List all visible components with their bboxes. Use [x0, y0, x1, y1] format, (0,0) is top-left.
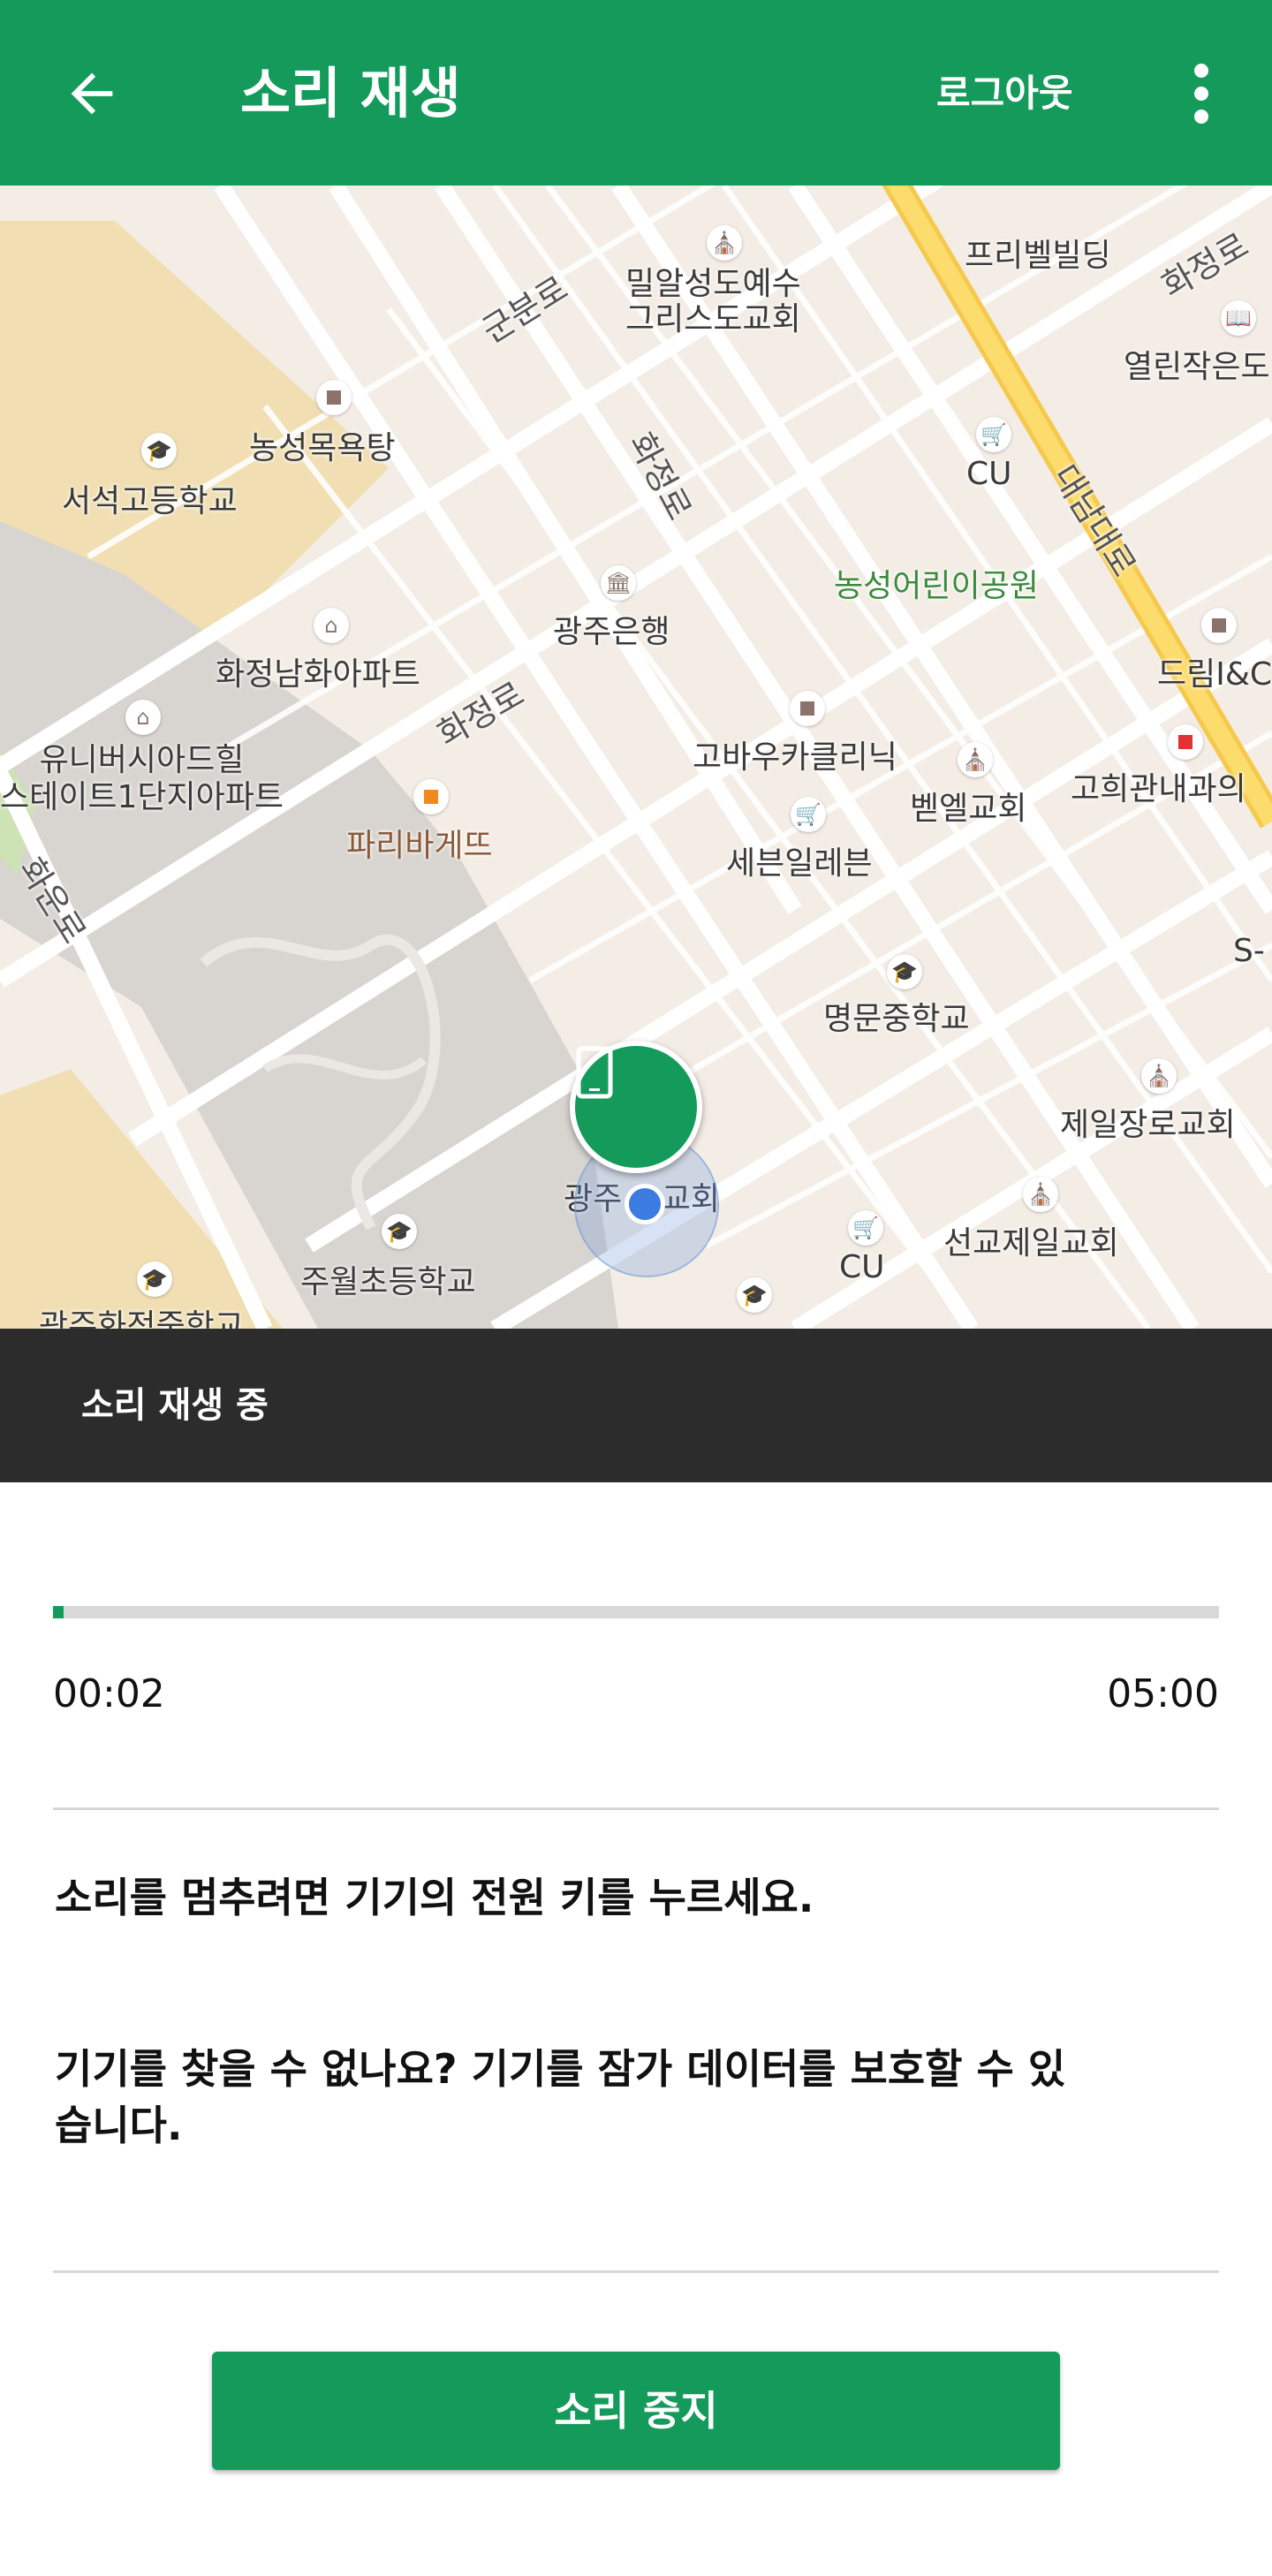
- status-text: 소리 재생 중: [81, 1385, 269, 1426]
- map-label: 선교제일교회: [943, 1225, 1119, 1261]
- map-label: 밀알성도예수 그리스도교회: [625, 266, 801, 337]
- stop-sound-button[interactable]: 소리 중지: [212, 2352, 1060, 2470]
- school-icon: 🎓: [137, 1261, 172, 1297]
- church-icon: ⛪: [1141, 1058, 1177, 1094]
- more-options-button[interactable]: [1166, 53, 1237, 134]
- apartment-icon: ⌂: [125, 700, 161, 735]
- map-label: 고바우카클리닉: [693, 739, 897, 776]
- app-bar: 소리 재생 로그아웃: [0, 0, 1272, 186]
- map-label: CU: [839, 1249, 885, 1285]
- more-vert-icon: [1194, 64, 1208, 124]
- church-icon: ⛪: [1023, 1177, 1058, 1212]
- building-poi-icon: [1201, 608, 1237, 643]
- store-cart-icon: 🛒: [976, 417, 1011, 452]
- current-location-dot: [625, 1184, 665, 1224]
- school-icon: 🎓: [382, 1214, 417, 1249]
- map-label: 고희관내과의: [1071, 771, 1246, 807]
- building-poi-icon: [790, 691, 825, 726]
- church-icon: ⛪: [958, 742, 993, 777]
- store-cart-icon: 🛒: [791, 797, 826, 832]
- map-label: 세븐일레븐: [726, 845, 873, 882]
- arrow-left-icon: [71, 72, 113, 115]
- map-label: 광주은행: [553, 614, 670, 650]
- progress-fill: [53, 1606, 64, 1618]
- total-time: 05:00: [1107, 1671, 1219, 1716]
- building-poi-icon: [316, 380, 352, 415]
- elapsed-time: 00:02: [53, 1671, 165, 1716]
- map-label: 서석고등학교: [62, 483, 238, 519]
- map-view[interactable]: ⛪ 📖 🎓 🛒 🏛 ⌂ ⌂ ⛪ 🛒 🎓 ⛪ ⛪ 🛒 🎓 🎓 🎓 밀알성도예수 그…: [0, 186, 1272, 1329]
- phone-icon: [576, 1046, 613, 1099]
- map-label: 농성어린이공원: [834, 568, 1039, 604]
- school-icon: 🎓: [887, 954, 922, 989]
- store-cart-icon: 🛒: [848, 1210, 883, 1246]
- logout-button[interactable]: 로그아웃: [936, 53, 1073, 134]
- map-label: 유니버시아드힐 스테이트1단지아파트: [0, 742, 284, 815]
- school-icon: 🎓: [737, 1277, 772, 1313]
- bank-icon: 🏛: [601, 565, 636, 601]
- map-label: 화정남화아파트: [216, 656, 420, 693]
- map-label: 열린작은도: [1124, 349, 1270, 385]
- map-label: S-: [1233, 933, 1265, 969]
- map-label: 프리벨빌딩: [965, 238, 1111, 274]
- book-icon: 📖: [1221, 300, 1256, 336]
- stop-hint-text: 소리를 멈추려면 기기의 전원 키를 누르세요.: [55, 1874, 814, 1921]
- school-icon: 🎓: [141, 433, 177, 468]
- page-title: 소리 재생: [240, 61, 461, 125]
- sound-progress-bar: [53, 1606, 1219, 1618]
- map-label: 드림I&C: [1157, 656, 1272, 693]
- map-label: CU: [966, 456, 1012, 492]
- device-marker[interactable]: [570, 1041, 702, 1173]
- map-label: 명문중학교: [823, 1001, 970, 1037]
- divider: [53, 2270, 1219, 2273]
- status-banner: 소리 재생 중: [0, 1329, 1272, 1482]
- bakery-icon: [413, 779, 449, 814]
- map-label: 제일장로교회: [1060, 1107, 1236, 1143]
- map-label: 파리바게뜨: [346, 828, 493, 864]
- lock-hint-text: 기기를 찾을 수 없나요? 기기를 잠가 데이터를 보호할 수 있습니다.: [55, 2045, 1066, 2149]
- map-label: 주월초등학교: [300, 1264, 476, 1300]
- back-button[interactable]: [51, 53, 132, 134]
- church-icon: ⛪: [707, 225, 742, 261]
- hospital-icon: [1168, 724, 1203, 760]
- apartment-icon: ⌂: [314, 608, 349, 643]
- map-label: 광주화정중학교: [39, 1308, 244, 1329]
- map-label: 농성목욕탕: [249, 430, 396, 466]
- divider: [53, 1807, 1219, 1810]
- map-label: 벧엘교회: [910, 791, 1027, 827]
